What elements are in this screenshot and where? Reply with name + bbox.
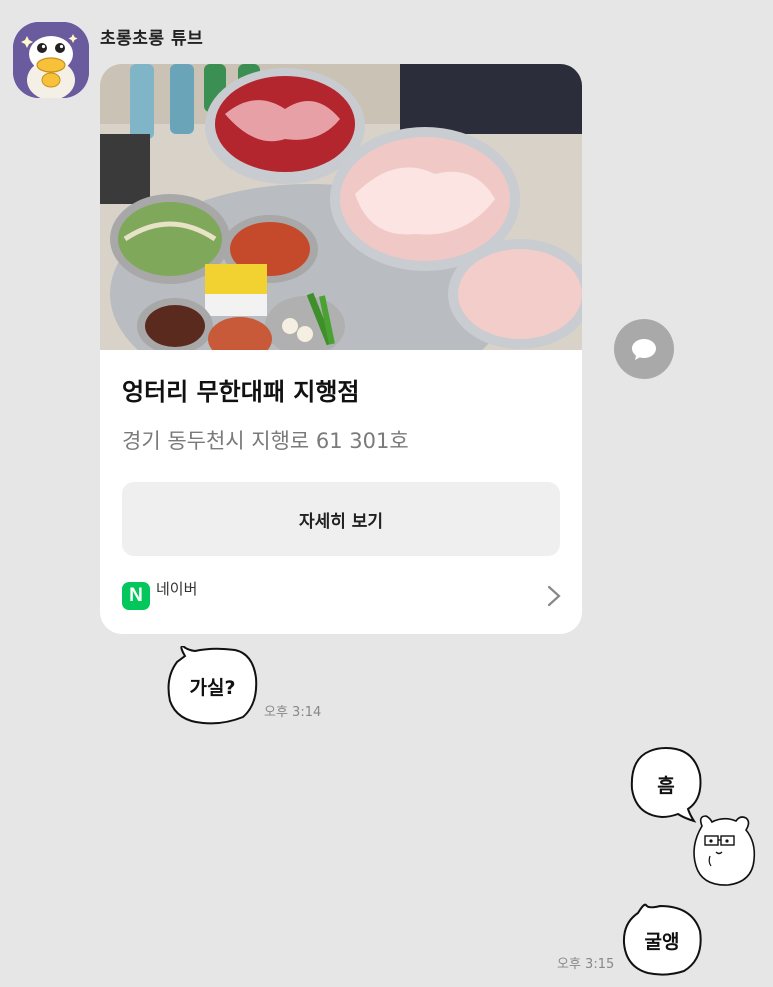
- sender-name: 초롱초롱 튜브: [100, 29, 204, 49]
- source-name: 네이버: [156, 580, 198, 598]
- view-details-button[interactable]: 자세히 보기: [122, 482, 560, 556]
- message-bubble[interactable]: 굴앵: [620, 903, 704, 977]
- message-timestamp: 오후 3:15: [557, 957, 615, 972]
- place-address: 경기 동두천시 지행로 61 301호: [122, 429, 409, 453]
- share-button[interactable]: [614, 319, 674, 379]
- sender-avatar[interactable]: [13, 22, 89, 98]
- message-timestamp: 오후 3:14: [264, 705, 322, 720]
- bear-sticker-icon: [693, 815, 756, 886]
- message-bubble[interactable]: 가실?: [165, 646, 260, 726]
- message-text: 가실?: [189, 676, 236, 699]
- place-title: 엉터리 무한대패 지행점: [122, 378, 360, 406]
- message-text: 굴앵: [644, 930, 680, 953]
- naver-logo-icon: N: [122, 582, 150, 610]
- source-footer[interactable]: N 네이버: [122, 574, 564, 614]
- message-text: 흠: [657, 774, 675, 797]
- duck-character-icon: [13, 22, 89, 98]
- restaurant-photo: [100, 64, 582, 404]
- chevron-right-icon: [547, 585, 561, 607]
- speech-bubble-icon: [632, 339, 656, 360]
- place-share-card[interactable]: 엉터리 무한대패 지행점 경기 동두천시 지행로 61 301호 자세히 보기 …: [100, 64, 582, 634]
